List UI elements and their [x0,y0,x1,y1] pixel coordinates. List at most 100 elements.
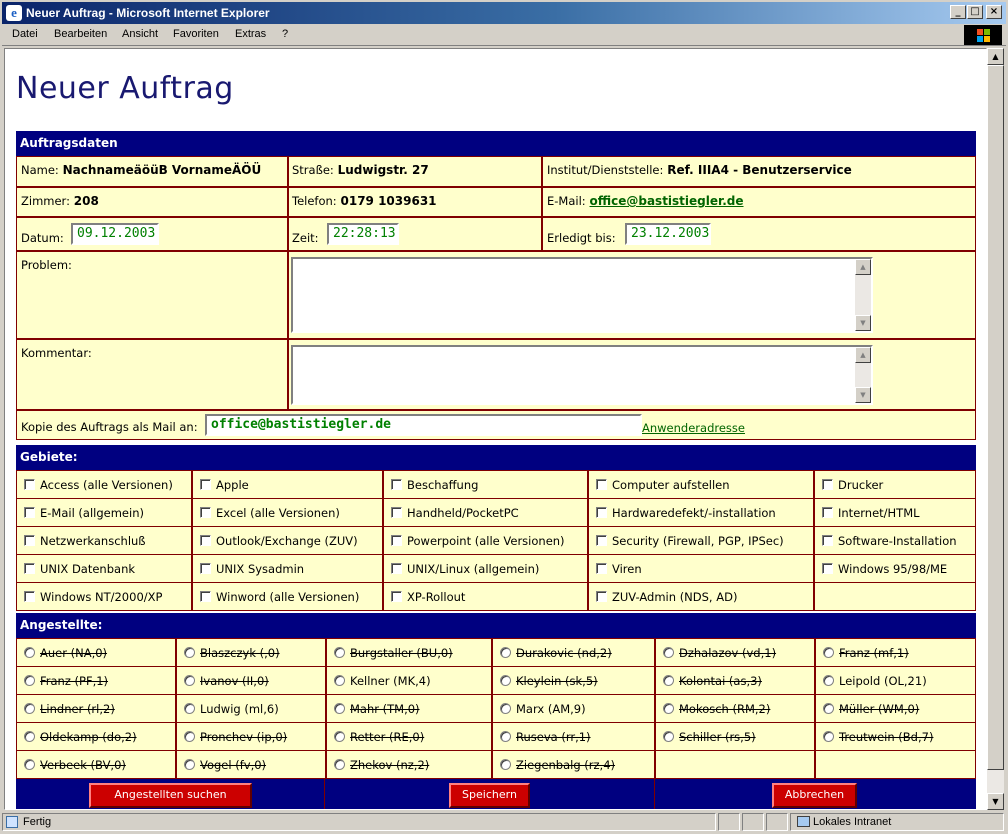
angestellte-radio[interactable] [500,703,511,714]
erledigt-field[interactable]: 23.12.2003 [625,223,711,245]
gebiet-checkbox[interactable] [822,479,833,490]
angestellte-radio[interactable] [823,703,834,714]
gebiet-checkbox[interactable] [822,563,833,574]
angestellte-radio[interactable] [663,675,674,686]
problem-scrollbar[interactable]: ▲ ▼ [855,259,871,331]
gebiet-cell: Beschaffung [384,471,587,498]
angestellte-radio[interactable] [24,731,35,742]
anwenderadresse-link[interactable]: Anwenderadresse [642,421,745,435]
gebiet-checkbox[interactable] [596,507,607,518]
angestellte-radio[interactable] [334,703,345,714]
angestellte-radio[interactable] [663,647,674,658]
angestellte-radio[interactable] [500,675,511,686]
page-scrollbar[interactable]: ▲ ▼ [987,48,1004,810]
gebiet-checkbox[interactable] [391,591,402,602]
minimize-icon[interactable]: _ [950,5,966,19]
datum-label: Datum: [21,231,64,245]
kopie-field[interactable]: office@bastistiegler.de [205,414,642,436]
angestellte-label: Franz (mf,1) [839,646,909,660]
angestellte-radio[interactable] [184,647,195,658]
ie-icon: e [6,5,22,21]
gebiet-checkbox[interactable] [24,479,35,490]
angestellte-cell: Treutwein (Bd,7) [816,723,975,750]
abbrechen-button[interactable]: Abbrechen [772,783,857,808]
angestellte-radio[interactable] [663,731,674,742]
zeit-field[interactable]: 22:28:13 [327,223,399,245]
auftragsdaten-header: Auftragsdaten [16,131,976,156]
gebiet-checkbox[interactable] [200,563,211,574]
gebiet-checkbox[interactable] [391,563,402,574]
kommentar-textarea[interactable]: ▲ ▼ [291,345,873,405]
menu-favoriten[interactable]: Favoriten [173,28,219,40]
angestellte-radio[interactable] [334,647,345,658]
gebiet-checkbox[interactable] [596,535,607,546]
scroll-up-icon[interactable]: ▲ [855,347,871,363]
gebiet-label: Apple [216,478,249,492]
menu-ansicht[interactable]: Ansicht [122,28,158,40]
angestellte-radio[interactable] [184,703,195,714]
angestellte-radio[interactable] [334,731,345,742]
gebiete-header: Gebiete: [16,445,976,470]
menu-help[interactable]: ? [282,28,288,40]
angestellte-radio[interactable] [24,675,35,686]
maximize-icon[interactable]: □ [967,5,983,19]
speichern-button[interactable]: Speichern [449,783,530,808]
angestellte-radio[interactable] [500,731,511,742]
angestellte-cell: Kellner (MK,4) [327,667,491,694]
gebiet-checkbox[interactable] [200,479,211,490]
scroll-up-icon[interactable]: ▲ [855,259,871,275]
page-icon [6,816,18,828]
scroll-thumb[interactable] [987,65,1004,770]
gebiet-checkbox[interactable] [24,507,35,518]
angestellte-radio[interactable] [823,675,834,686]
gebiet-checkbox[interactable] [24,535,35,546]
angestellte-cell: Ludwig (ml,6) [177,695,325,722]
gebiet-checkbox[interactable] [391,507,402,518]
angestellte-label: Kellner (MK,4) [350,674,431,688]
menu-datei[interactable]: Datei [12,28,38,40]
gebiet-checkbox[interactable] [822,535,833,546]
gebiet-checkbox[interactable] [596,563,607,574]
gebiet-checkbox[interactable] [822,507,833,518]
angestellte-radio[interactable] [823,647,834,658]
angestellten-suchen-button[interactable]: Angestellten suchen [89,783,252,808]
angestellte-radio[interactable] [663,703,674,714]
angestellte-cell: Ziegenbalg (rz,4) [493,751,654,778]
scroll-down-icon[interactable]: ▼ [855,387,871,403]
gebiet-checkbox[interactable] [391,535,402,546]
angestellte-radio[interactable] [500,647,511,658]
menu-extras[interactable]: Extras [235,28,266,40]
gebiet-checkbox[interactable] [391,479,402,490]
angestellte-radio[interactable] [184,731,195,742]
gebiet-checkbox[interactable] [200,507,211,518]
gebiet-checkbox[interactable] [200,535,211,546]
angestellte-grid: Auer (NA,0) Blaszczyk (,0) Burgstaller (BU… [16,638,976,779]
strasse-label: Straße: [292,163,334,177]
angestellte-radio[interactable] [500,759,511,770]
scroll-down-icon[interactable]: ▼ [855,315,871,331]
gebiet-checkbox[interactable] [24,563,35,574]
gebiet-checkbox[interactable] [24,591,35,602]
angestellte-radio[interactable] [184,675,195,686]
angestellte-radio[interactable] [823,731,834,742]
close-icon[interactable]: × [986,5,1002,19]
gebiet-label: Access (alle Versionen) [40,478,173,492]
gebiet-label: Beschaffung [407,478,479,492]
angestellte-radio[interactable] [334,675,345,686]
gebiet-checkbox[interactable] [596,591,607,602]
angestellte-radio[interactable] [184,759,195,770]
gebiet-checkbox[interactable] [596,479,607,490]
datum-field[interactable]: 09.12.2003 [71,223,159,245]
angestellte-radio[interactable] [24,759,35,770]
angestellte-radio[interactable] [24,647,35,658]
menu-bearbeiten[interactable]: Bearbeiten [54,28,107,40]
angestellte-radio[interactable] [334,759,345,770]
problem-textarea[interactable]: ▲ ▼ [291,257,873,333]
angestellte-radio[interactable] [24,703,35,714]
gebiet-checkbox[interactable] [200,591,211,602]
kommentar-scrollbar[interactable]: ▲ ▼ [855,347,871,403]
email-link[interactable]: office@bastistiegler.de [589,194,743,208]
angestellte-label: Oldekamp (do,2) [40,730,137,744]
scroll-up-icon[interactable]: ▲ [987,48,1004,65]
scroll-down-icon[interactable]: ▼ [987,793,1004,810]
